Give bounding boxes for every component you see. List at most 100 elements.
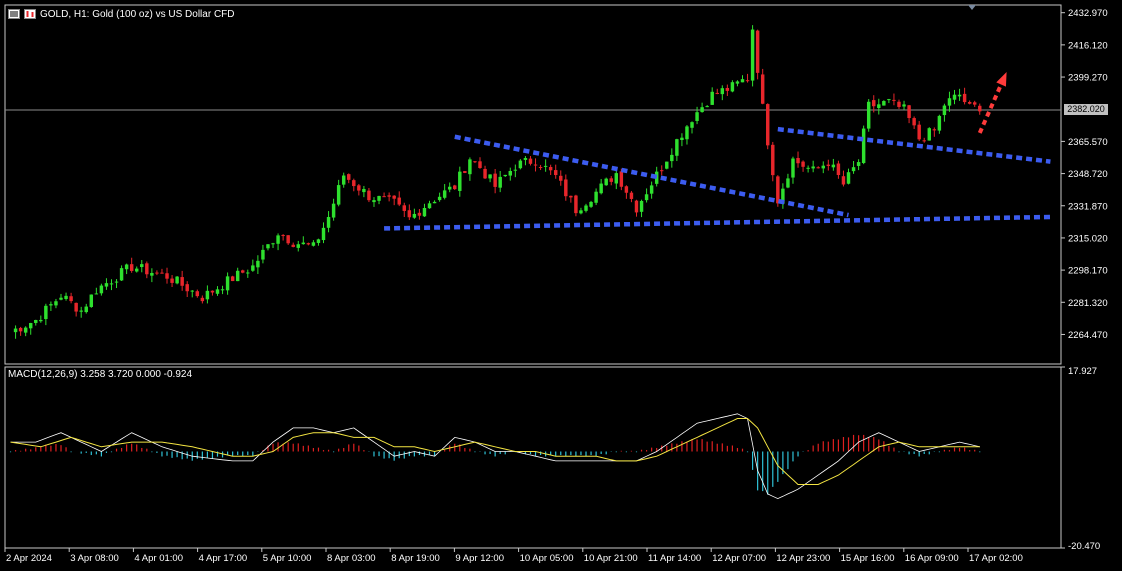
candle-body [892,99,896,101]
candle-body [735,81,740,84]
candle-body [301,242,306,245]
macd-tick-label: -20.470 [1068,541,1100,552]
price-tick-label: 2281.320 [1068,298,1108,309]
candle-body [306,243,311,245]
price-tick-label: 2432.970 [1068,8,1108,19]
candle-body [503,174,507,177]
candle-body [861,128,866,163]
candle-body [397,197,401,205]
candle-body [281,235,285,237]
candle-body [150,272,154,276]
candle-body [553,170,558,176]
candle-body [811,166,815,169]
chart-canvas[interactable]: 2432.970 2416.120 2399.270 2365.570 2348.720… [0,0,1122,571]
candles [13,25,982,339]
candle-body [458,171,462,191]
candle-body [99,285,104,294]
candle-body [533,164,538,166]
candle-body [760,74,765,104]
candle-body [922,140,926,142]
time-tick-label: 10 Apr 05:00 [520,553,574,564]
candle-body [665,161,669,169]
candle-body [326,217,331,228]
candle-body [23,327,28,333]
candle-body [286,235,290,244]
candle-body [79,310,83,312]
candle-body [180,277,184,286]
time-tick-label: 4 Apr 01:00 [134,553,183,564]
candle-body [402,205,406,211]
time-tick-label: 15 Apr 16:00 [841,553,895,564]
candle-body [64,295,68,300]
candle-body [266,244,270,249]
candle-body [377,195,381,201]
price-tick-label: 2298.170 [1068,266,1108,277]
candle-body [13,328,18,333]
candle-body [488,174,492,179]
candle-body [412,213,417,218]
candle-body [831,164,836,168]
candle-body [771,144,775,176]
candle-body [826,164,831,166]
candle-body [750,29,755,81]
candle-body [872,100,876,107]
candle-body [523,157,528,160]
candle-body [387,195,391,197]
candle-body [220,289,225,291]
candle-body [846,172,851,184]
candle-body [740,79,745,83]
candle-body [44,305,48,320]
candle-body [114,281,119,283]
candle-body [942,105,947,116]
scroll-marker-icon [968,5,976,10]
time-tick-label: 12 Apr 23:00 [776,553,830,564]
candle-body [205,290,210,300]
candle-body [190,290,194,292]
time-tick-label: 8 Apr 03:00 [327,553,376,564]
candle-body [352,180,356,187]
trendline [384,214,1051,231]
time-tick-label: 2 Apr 2024 [6,553,52,564]
time-tick-label: 5 Apr 10:00 [263,553,312,564]
candle-body [725,87,730,91]
candle-body [660,170,664,172]
candle-body [644,194,649,201]
time-tick-label: 8 Apr 19:00 [391,553,440,564]
candle-body [866,101,871,129]
time-tick-label: 16 Apr 09:00 [905,553,959,564]
candle-body [649,185,654,194]
candle-body [483,168,487,179]
candle-body [786,178,790,188]
candle-body [261,249,265,260]
candle-body [251,265,255,271]
candle-body [927,128,931,141]
candle-body [912,118,916,126]
candle-body [362,188,366,193]
candle-body [952,94,957,100]
candle-body [821,165,825,169]
candle-body [569,195,573,198]
candle-body [170,278,174,283]
candle-body [624,186,629,193]
price-tick-label: 2365.570 [1068,137,1108,148]
candle-body [135,268,139,272]
candle-body [836,163,841,176]
candle-body [856,162,861,166]
candle-body [619,171,624,187]
trendline [777,126,1051,164]
candle-body [841,176,846,185]
candle-body [695,112,699,121]
chart-type-icon[interactable] [24,9,36,19]
candle-body [124,264,129,270]
window-menu-icon[interactable] [8,9,20,19]
candle-body [473,161,477,163]
candle-body [806,167,810,169]
candle-body [932,129,937,131]
candle-body [49,304,53,306]
candle-body [155,272,159,274]
candle-body [543,165,548,167]
candle-body [372,200,376,203]
candle-body [74,302,78,312]
candle-body [432,201,437,204]
candle-body [119,268,124,281]
